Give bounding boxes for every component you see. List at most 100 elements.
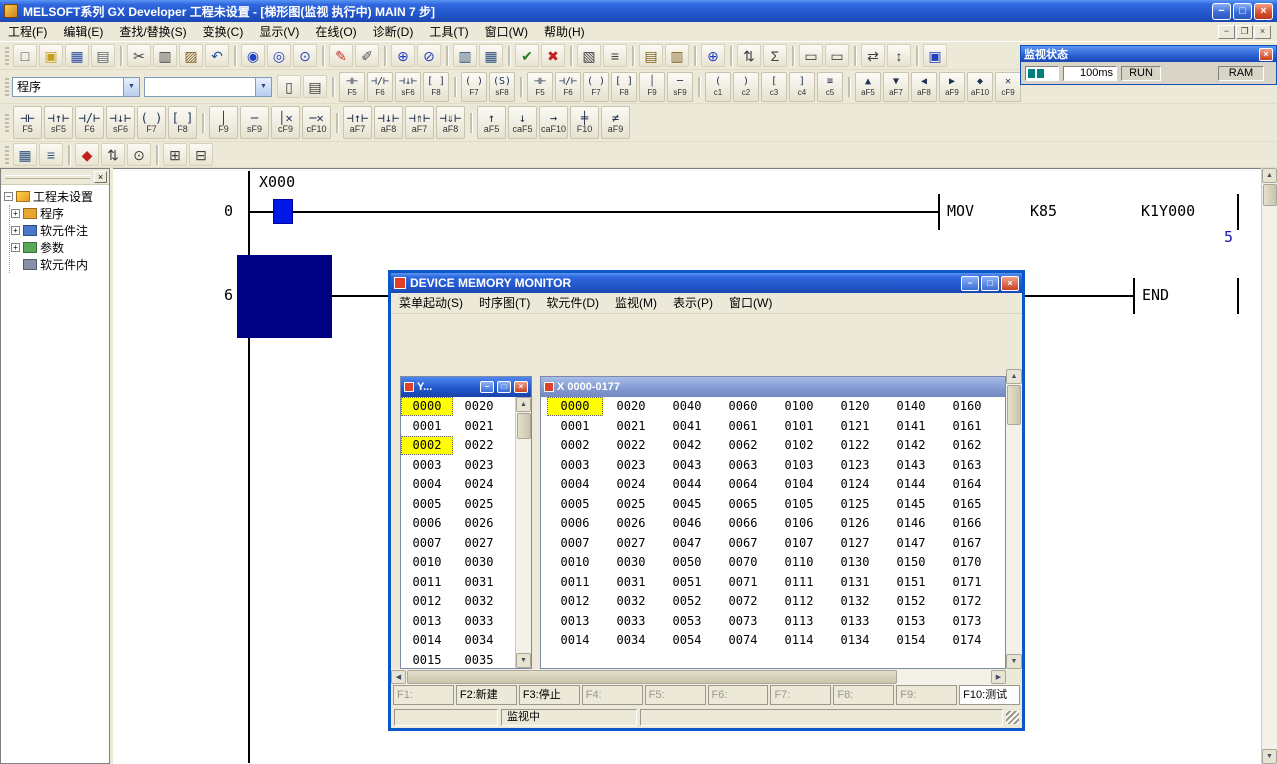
device-cell[interactable]: 0011 xyxy=(547,573,603,592)
ladder-symbol-button-F8[interactable]: [ ]F8 xyxy=(611,72,637,102)
close-button[interactable]: × xyxy=(514,381,528,393)
ladder-symbol-button-c1[interactable]: (c1 xyxy=(705,72,731,102)
ladder-symbol-button-aF8[interactable]: ◀aF8 xyxy=(911,72,937,102)
device-cell[interactable]: 0070 xyxy=(715,553,771,572)
device-cell[interactable]: 0140 xyxy=(883,397,939,416)
device-cell[interactable]: 0102 xyxy=(771,436,827,455)
device-cell[interactable]: 0133 xyxy=(827,612,883,631)
mdi-minimize-button[interactable]: − xyxy=(1218,25,1235,39)
device-cell[interactable]: 0053 xyxy=(659,612,715,631)
device-cell[interactable]: 0173 xyxy=(939,612,995,631)
ladder-symbol-button-cF9[interactable]: │✕cF9 xyxy=(271,106,300,139)
sampling-trace-button[interactable]: Σ xyxy=(763,44,787,67)
close-button[interactable]: × xyxy=(1254,3,1273,20)
device-cell[interactable]: 0112 xyxy=(771,592,827,611)
device-cell[interactable]: 0101 xyxy=(771,417,827,436)
device-cell[interactable]: 0014 xyxy=(401,631,453,650)
device-cell[interactable]: 0005 xyxy=(547,495,603,514)
ladder-symbol-button-sF9[interactable]: ─sF9 xyxy=(240,106,269,139)
sort-ascending-button[interactable]: ⇅ xyxy=(101,143,125,166)
instruction-operand-2[interactable]: K1Y000 xyxy=(1141,203,1195,219)
stop-monitor-button[interactable]: ⊘ xyxy=(417,44,441,67)
scroll-left-icon[interactable]: ◀ xyxy=(391,670,406,684)
device-cell[interactable]: 0006 xyxy=(401,514,453,533)
device-cell[interactable]: 0001 xyxy=(401,417,453,436)
minimize-button[interactable]: − xyxy=(1212,3,1231,20)
expand-box-icon[interactable]: + xyxy=(11,243,20,252)
device-cell[interactable]: 0163 xyxy=(939,456,995,475)
device-cell[interactable]: 0045 xyxy=(659,495,715,514)
cascade-windows-button[interactable]: ▭ xyxy=(825,44,849,67)
device-cell[interactable]: 0126 xyxy=(827,514,883,533)
device-cell[interactable]: 0002 xyxy=(547,436,603,455)
device-test-button[interactable]: ⇅ xyxy=(737,44,761,67)
device-cell[interactable]: 0043 xyxy=(659,456,715,475)
scrollbar-thumb[interactable] xyxy=(407,670,897,684)
device-cell[interactable]: 0052 xyxy=(659,592,715,611)
end-instruction[interactable]: END xyxy=(1142,287,1169,303)
device-cell[interactable]: 0146 xyxy=(883,514,939,533)
device-cell[interactable]: 0123 xyxy=(827,456,883,475)
function-key-1[interactable]: F1: xyxy=(393,685,454,705)
function-key-8[interactable]: F8: xyxy=(833,685,894,705)
close-icon[interactable]: × xyxy=(1259,48,1273,61)
ladder-symbol-button-caF10[interactable]: →caF10 xyxy=(539,106,568,139)
read-from-plc-button[interactable]: ✐ xyxy=(355,44,379,67)
chevron-down-icon[interactable]: ▼ xyxy=(123,78,139,96)
device-cell[interactable]: 0023 xyxy=(453,456,505,475)
write-to-plc-button[interactable]: ✎ xyxy=(329,44,353,67)
device-cell[interactable]: 0127 xyxy=(827,534,883,553)
scroll-up-icon[interactable]: ▲ xyxy=(516,397,531,412)
device-cell[interactable]: 0162 xyxy=(939,436,995,455)
ladder-symbol-button-c3[interactable]: [c3 xyxy=(761,72,787,102)
ladder-symbol-button-aF8[interactable]: ⊣⇓⊢aF8 xyxy=(436,106,465,139)
device-batch-monitor-button[interactable]: ▦ xyxy=(479,44,503,67)
save-project-button[interactable]: ▦ xyxy=(65,44,89,67)
menubar-item-9[interactable]: 帮助(H) xyxy=(536,22,593,42)
device-cell[interactable]: 0054 xyxy=(659,631,715,650)
device-cell[interactable]: 0022 xyxy=(453,436,505,455)
device-cell[interactable]: 0124 xyxy=(827,475,883,494)
device-cell[interactable]: 0065 xyxy=(715,495,771,514)
instruction-operand-1[interactable]: K85 xyxy=(1030,203,1057,219)
device-cell[interactable]: 0027 xyxy=(453,534,505,553)
device-cell[interactable]: 0125 xyxy=(827,495,883,514)
menubar-item-4[interactable]: 显示(V) xyxy=(251,22,307,42)
device-cell[interactable]: 0031 xyxy=(453,573,505,592)
ladder-symbol-button-sF8[interactable]: (S)sF8 xyxy=(489,72,515,102)
device-cell[interactable]: 0004 xyxy=(401,475,453,494)
device-cell[interactable]: 0120 xyxy=(827,397,883,416)
device-cell[interactable]: 0031 xyxy=(603,573,659,592)
program-check-error-button[interactable]: ✖ xyxy=(541,44,565,67)
ladder-symbol-button-F5[interactable]: ⊣⊢F5 xyxy=(339,72,365,102)
device-cell[interactable]: 0000 xyxy=(547,397,603,416)
device-cell[interactable]: 0003 xyxy=(401,456,453,475)
menubar-item-1[interactable]: 编辑(E) xyxy=(55,22,111,42)
device-cell[interactable]: 0134 xyxy=(827,631,883,650)
device-menu-item-0[interactable]: 菜单起动(S) xyxy=(391,293,471,313)
device-cell[interactable]: 0041 xyxy=(659,417,715,436)
scrollbar-thumb[interactable] xyxy=(517,413,531,439)
device-cell[interactable]: 0012 xyxy=(401,592,453,611)
device-cell[interactable]: 0060 xyxy=(715,397,771,416)
device-cell[interactable]: 0064 xyxy=(715,475,771,494)
scroll-down-icon[interactable]: ▼ xyxy=(1006,654,1022,669)
device-cell[interactable]: 0165 xyxy=(939,495,995,514)
toolbar-grip[interactable] xyxy=(5,114,9,132)
edit-cursor-block[interactable] xyxy=(237,255,332,338)
device-cell[interactable]: 0015 xyxy=(401,651,453,668)
ladder-symbol-button-aF7[interactable]: ⊣↑⊢aF7 xyxy=(343,106,372,139)
device-menu-item-4[interactable]: 表示(P) xyxy=(665,293,721,313)
device-cell[interactable]: 0032 xyxy=(453,592,505,611)
toolbar-grip[interactable] xyxy=(5,78,9,96)
device-cell[interactable]: 0147 xyxy=(883,534,939,553)
device-cell[interactable]: 0046 xyxy=(659,514,715,533)
device-cell[interactable]: 0063 xyxy=(715,456,771,475)
monitor-window-button[interactable]: ▣ xyxy=(923,44,947,67)
device-cell[interactable]: 0122 xyxy=(827,436,883,455)
mdi-vertical-scrollbar[interactable]: ▲ ▼ xyxy=(1006,369,1022,669)
tree-item-device-comment[interactable]: +软元件注 xyxy=(11,222,109,239)
function-key-5[interactable]: F5: xyxy=(645,685,706,705)
device-cell[interactable]: 0040 xyxy=(659,397,715,416)
y-window-titlebar[interactable]: Y... − □ × xyxy=(401,377,531,397)
